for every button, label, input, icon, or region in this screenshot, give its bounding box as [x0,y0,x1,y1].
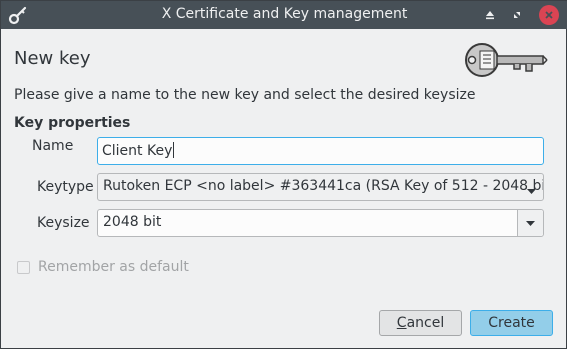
maximize-icon[interactable] [508,6,526,24]
intro-text: Please give a name to the new key and se… [14,87,476,103]
cancel-button[interactable]: Cancel [379,310,462,336]
keysize-combo[interactable]: 2048 bit [97,209,544,237]
keytype-label: Keytype [37,179,94,195]
text-caret [173,142,175,158]
chevron-down-icon [526,215,535,231]
keytype-select[interactable]: Rutoken ECP <no label> #363441ca (RSA Ke… [97,173,544,201]
chevron-down-icon [527,183,536,199]
dialog-heading: New key [14,48,91,69]
name-label: Name [32,138,74,154]
keysize-value: 2048 bit [103,214,162,230]
keysize-label: Keysize [37,215,90,231]
keytype-select-value: Rutoken ECP <no label> #363441ca (RSA Ke… [103,178,544,194]
keysize-dropdown-button[interactable] [517,210,543,236]
name-input-value: Client Key [102,143,173,159]
remember-default-checkbox[interactable] [17,261,30,274]
dialog-window: X Certificate and Key management New key [0,0,567,349]
close-icon[interactable] [539,5,559,25]
cancel-mnemonic: C [396,315,407,331]
titlebar[interactable]: X Certificate and Key management [1,1,567,29]
name-input[interactable]: Client Key [97,137,544,165]
remember-default-label: Remember as default [38,259,189,275]
keep-above-icon[interactable] [481,6,499,24]
create-button[interactable]: Create [470,310,553,336]
section-title: Key properties [14,115,131,131]
cancel-label: ancel [406,315,445,331]
key-image [465,43,548,77]
